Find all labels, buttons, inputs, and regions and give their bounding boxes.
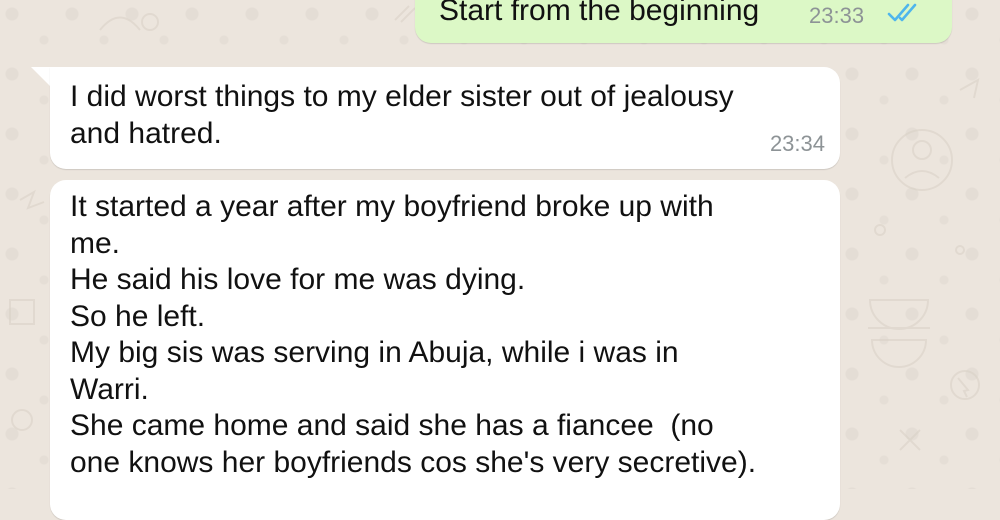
message-text: I did worst things to my elder sister ou… [70,80,734,150]
message-timestamp: 23:34 [769,131,825,156]
incoming-message-bubble[interactable]: It started a year after my boyfriend bro… [50,180,840,520]
outgoing-message-bubble[interactable]: Start from the beginning 23:33 [415,0,952,43]
message-text: Start from the beginning [439,0,760,27]
message-text: It started a year after my boyfriend bro… [70,190,757,479]
double-check-read-icon [887,3,917,22]
message-timestamp: 23:33 [809,3,865,28]
incoming-message-bubble[interactable]: I did worst things to my elder sister ou… [50,67,840,169]
